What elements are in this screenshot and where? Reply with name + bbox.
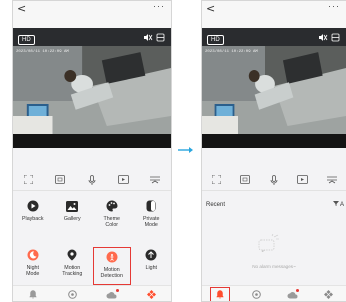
image-icon [65, 199, 79, 213]
control-row [13, 169, 171, 191]
camera-video-view[interactable]: HD 2023/08/11 10:22:09 AM [202, 28, 346, 148]
more-icon[interactable] [149, 174, 161, 186]
motion-detection-tile[interactable]: Motion Detection [92, 247, 131, 285]
palette-icon [105, 199, 119, 213]
recent-alarms-panel: Recent A No alarm messages~ [202, 194, 346, 285]
back-icon[interactable]: < [17, 2, 26, 15]
recent-all-label: A [339, 202, 344, 208]
mic-icon[interactable] [268, 174, 280, 186]
tile-label: Light [145, 265, 158, 271]
more-icon[interactable] [326, 174, 338, 186]
tile-label: Night Mode [26, 265, 40, 278]
video-top-icons [318, 33, 340, 44]
hd-toggle[interactable]: HD [207, 35, 224, 45]
motion-tracking-tile[interactable]: Motion Tracking [54, 248, 90, 284]
record-icon[interactable] [297, 174, 309, 186]
video-bottom-bar [13, 134, 171, 148]
camera-scene-image [13, 46, 171, 134]
tile-label: Theme Color [103, 216, 121, 229]
more-options-icon[interactable]: ··· [153, 1, 165, 11]
screenshot-icon[interactable] [54, 174, 66, 186]
video-timestamp: 2023/08/11 10:22:09 AM [16, 50, 69, 54]
filter-icon [332, 201, 339, 206]
light-icon [144, 248, 158, 262]
sound-off-icon[interactable] [318, 33, 340, 42]
video-bottom-bar [202, 134, 346, 148]
feature-grid-row-2: Night Mode Motion Tracking Motion Detect… [13, 247, 171, 285]
play-icon [26, 199, 40, 213]
motion-icon [105, 250, 119, 264]
empty-state-text: No alarm messages~ [252, 264, 296, 269]
tile-label: Private Mode [143, 216, 160, 229]
tile-label: Motion Tracking [62, 265, 83, 278]
more-options-icon[interactable]: ··· [328, 1, 340, 11]
gallery-tile[interactable]: Gallery [54, 199, 90, 235]
back-icon[interactable]: < [206, 2, 215, 15]
private-mode-tile[interactable]: Private Mode [133, 199, 169, 235]
mic-icon[interactable] [86, 174, 98, 186]
apps-icon[interactable] [319, 288, 337, 302]
cloud-icon[interactable] [103, 288, 121, 302]
tile-label: Playback [22, 216, 44, 222]
camera-video-view[interactable]: HD 2023/08/11 10:22:09 AM [13, 28, 171, 148]
notification-dot [115, 288, 119, 292]
bottom-nav [202, 285, 346, 302]
tile-label: Motion Detection [100, 267, 123, 280]
transition-arrow-icon [178, 147, 193, 153]
night-icon [26, 248, 40, 262]
light-tile[interactable]: Light [133, 248, 169, 284]
sound-off-icon[interactable] [143, 33, 165, 42]
tutorial-stage: < ··· HD 2023/08/11 10:22:09 AM Playback… [0, 0, 346, 302]
shield-icon [144, 199, 158, 213]
hd-toggle[interactable]: HD [18, 35, 35, 45]
playback-tile[interactable]: Playback [15, 199, 51, 235]
control-row [202, 169, 346, 191]
phone-screen-before: < ··· HD 2023/08/11 10:22:09 AM Playback… [12, 0, 172, 302]
feature-grid-row-1: Playback Gallery Theme Color Private Mod… [13, 199, 171, 235]
recent-all-link[interactable]: A [332, 201, 344, 208]
phone-screen-after: < ··· HD 2023/08/11 10:22:09 AM Recent A… [201, 0, 346, 302]
notification-dot [296, 288, 299, 292]
empty-messages-icon [258, 234, 279, 252]
fullscreen-icon[interactable] [210, 174, 222, 186]
settings-icon[interactable] [63, 288, 81, 302]
night-mode-tile[interactable]: Night Mode [15, 248, 51, 284]
record-icon[interactable] [118, 174, 130, 186]
theme-color-tile[interactable]: Theme Color [94, 199, 130, 235]
bottom-nav [13, 285, 171, 302]
bell-icon[interactable] [210, 286, 230, 301]
location-icon [65, 248, 79, 262]
cloud-icon[interactable] [283, 288, 301, 302]
apps-icon[interactable] [142, 288, 160, 302]
video-timestamp: 2023/08/11 10:22:09 AM [205, 50, 258, 54]
video-top-icons [143, 33, 165, 44]
tile-label: Gallery [63, 216, 81, 222]
screenshot-icon[interactable] [239, 174, 251, 186]
settings-icon[interactable] [247, 288, 265, 302]
camera-scene-image [202, 46, 346, 134]
bell-icon[interactable] [24, 288, 42, 302]
fullscreen-icon[interactable] [23, 174, 35, 186]
recent-title: Recent [206, 202, 226, 208]
